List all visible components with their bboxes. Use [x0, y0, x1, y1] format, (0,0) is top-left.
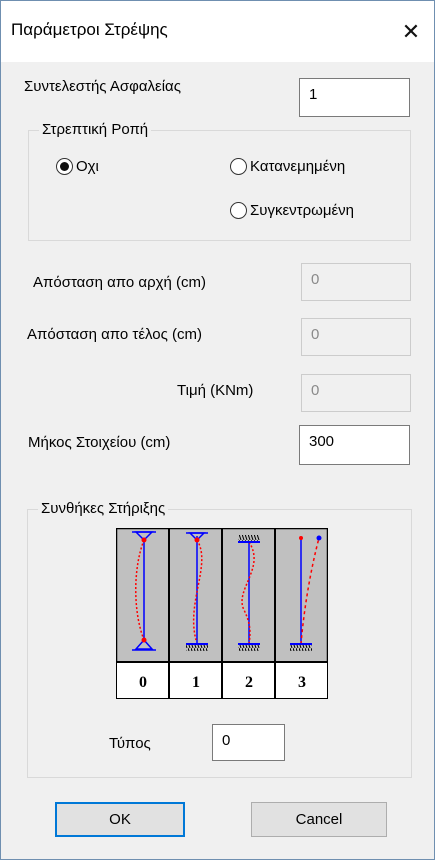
support-conditions-group-title: Συνθήκες Στήριξης: [38, 500, 169, 517]
support-case-0-label: 0: [139, 674, 147, 691]
title-bar: Παράμετροι Στρέψης ✕: [1, 1, 434, 62]
element-length-input[interactable]: 300: [299, 425, 410, 465]
element-length-label: Μήκος Στοιχείου (cm): [28, 434, 171, 451]
close-button[interactable]: ✕: [388, 1, 434, 62]
window-title: Παράμετροι Στρέψης: [11, 20, 168, 39]
radio-option-concentrated-label: Συγκεντρωμένη: [250, 202, 355, 219]
type-label: Τύπος: [109, 735, 151, 752]
torsional-moment-group-title: Στρεπτική Ροπή: [39, 121, 152, 138]
radio-unselected-icon: [230, 158, 247, 175]
type-input[interactable]: 0: [212, 724, 285, 761]
torsional-moment-group: Στρεπτική Ροπή: [28, 121, 411, 241]
distance-end-input[interactable]: 0: [301, 318, 411, 356]
ok-button[interactable]: OK: [55, 802, 185, 837]
support-case-3-label: 3: [298, 674, 306, 691]
radio-option-none[interactable]: Οχι: [56, 158, 99, 175]
distance-start-label: Απόσταση απο αρχή (cm): [33, 274, 206, 291]
radio-option-none-label: Οχι: [76, 158, 99, 175]
value-knm-input[interactable]: 0: [301, 374, 411, 412]
radio-option-distributed[interactable]: Κατανεμημένη: [230, 158, 345, 175]
distance-end-label: Απόσταση απο τέλος (cm): [27, 326, 203, 343]
radio-unselected-icon: [230, 202, 247, 219]
support-conditions-diagram[interactable]: 0 1 2 3: [115, 527, 329, 703]
safety-factor-label: Συντελεστής Ασφαλείας: [24, 78, 181, 95]
value-knm-label: Τιμή (KNm): [177, 382, 254, 399]
radio-option-distributed-label: Κατανεμημένη: [250, 158, 346, 175]
torsion-parameters-dialog: Παράμετροι Στρέψης ✕ Συντελεστής Ασφαλεί…: [0, 0, 435, 860]
cancel-button[interactable]: Cancel: [251, 802, 387, 837]
support-case-1-label: 1: [192, 674, 200, 691]
radio-option-concentrated[interactable]: Συγκεντρωμένη: [230, 202, 354, 219]
radio-selected-icon: [56, 158, 73, 175]
support-case-2-label: 2: [245, 674, 253, 691]
safety-factor-input[interactable]: 1: [299, 78, 410, 117]
distance-start-input[interactable]: 0: [301, 263, 411, 301]
